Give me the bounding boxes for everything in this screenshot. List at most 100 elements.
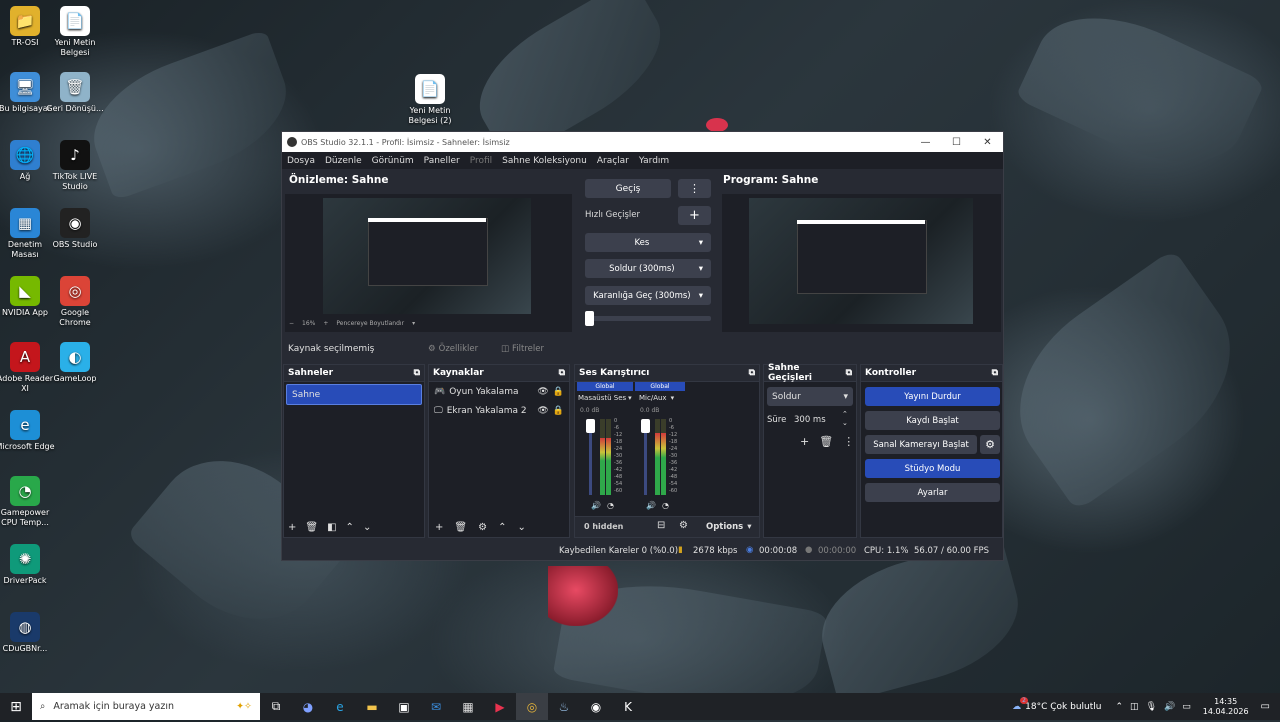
desktop-icon[interactable]: ◐ GameLoop	[45, 342, 105, 384]
clock[interactable]: 14:35 14.04.2026	[1203, 697, 1249, 717]
volume-slider-handle[interactable]	[586, 419, 595, 433]
steam-icon[interactable]: ♨	[548, 693, 580, 720]
scene-filter-icon[interactable]: ◧	[327, 522, 336, 533]
obs-taskbar-icon[interactable]: ◉	[580, 693, 612, 720]
media-player-icon[interactable]: ▶	[484, 693, 516, 720]
close-icon[interactable]: ✕	[972, 137, 1003, 148]
gear-icon[interactable]: ⚙	[478, 522, 487, 533]
edge-icon[interactable]: e	[324, 693, 356, 720]
menu-duzenle[interactable]: Düzenle	[320, 156, 367, 166]
properties-button[interactable]: ⚙ Özellikler	[428, 342, 488, 356]
channel-name[interactable]: Masaüstü Ses ▾	[578, 394, 632, 402]
chevron-up-icon[interactable]: ⌃	[1116, 702, 1124, 712]
calculator-icon[interactable]: ▦	[452, 693, 484, 720]
desktop-icon[interactable]: ◍ CDuGBNr...	[0, 612, 55, 654]
source-item[interactable]: 🎮 Oyun Yakalama 👁 🔒	[429, 382, 569, 401]
layout-icon[interactable]: ⊟	[657, 520, 665, 531]
lock-icon[interactable]: 🔒	[553, 406, 564, 416]
store-icon[interactable]: ▣	[388, 693, 420, 720]
fit-select[interactable]: Pencereye Boyutlandır	[336, 320, 404, 327]
minimize-icon[interactable]: —	[910, 137, 941, 148]
quick-transition-fade-black[interactable]: Karanlığa Geç (300ms) ▾	[585, 286, 711, 305]
trash-icon[interactable]: 🗑	[454, 522, 467, 533]
start-button[interactable]: ⊞	[0, 693, 32, 720]
menu-paneller[interactable]: Paneller	[419, 156, 465, 166]
zoom-in-button[interactable]: +	[323, 320, 328, 327]
desktop-icon[interactable]: ◎ Google Chrome	[45, 276, 105, 328]
desktop-icon[interactable]: ✺ DriverPack	[0, 544, 55, 586]
chevron-down-icon[interactable]: ▾	[412, 320, 415, 327]
trash-icon[interactable]: 🗑	[819, 435, 833, 448]
scene-item[interactable]: Sahne	[286, 384, 422, 405]
desktop-icon[interactable]: ◉ OBS Studio	[45, 208, 105, 250]
eye-icon[interactable]: 👁	[537, 387, 548, 397]
hidden-count[interactable]: 0 hidden	[584, 522, 623, 531]
add-quick-transition-button[interactable]: +	[678, 206, 711, 225]
speaker-icon[interactable]: 🔊	[646, 501, 656, 510]
transition-menu-icon[interactable]: ⋮	[678, 179, 711, 198]
desktop-icon[interactable]: 🗑 Geri Dönüşü...	[45, 72, 105, 114]
stop-streaming-button[interactable]: Yayını Durdur	[865, 387, 1000, 406]
quick-transition-fade[interactable]: Soldur (300ms) ▾	[585, 259, 711, 278]
zoom-out-button[interactable]: −	[289, 320, 294, 327]
menu-dosya[interactable]: Dosya	[282, 156, 320, 166]
move-down-icon[interactable]: ⌄	[363, 522, 371, 533]
add-icon[interactable]: +	[435, 522, 443, 533]
add-icon[interactable]: +	[288, 522, 296, 533]
app-taskbar-icon[interactable]: K	[612, 693, 644, 720]
menu-profil[interactable]: Profil	[465, 156, 497, 166]
eye-icon[interactable]: 👁	[537, 406, 548, 416]
undock-icon[interactable]: ⧉	[559, 368, 565, 378]
studio-mode-button[interactable]: Stüdyo Modu	[865, 459, 1000, 478]
monitor-icon[interactable]: ◔	[607, 501, 614, 510]
monitor-icon[interactable]: ◔	[662, 501, 669, 510]
source-item[interactable]: 🖵 Ekran Yakalama 2 👁 🔒	[429, 401, 569, 420]
move-up-icon[interactable]: ⌃	[346, 522, 354, 533]
channel-name[interactable]: Mic/Aux ▾	[639, 394, 674, 402]
lock-icon[interactable]: 🔒	[553, 387, 564, 397]
volume-slider-handle[interactable]	[641, 419, 650, 433]
options-menu[interactable]: Options ▾	[706, 522, 752, 532]
duration-stepper[interactable]: ⌃ ⌄	[842, 410, 848, 428]
transition-type-select[interactable]: Soldur ▾	[767, 387, 853, 406]
preview-canvas[interactable]: − 16% + Pencereye Boyutlandır ▾	[285, 194, 572, 332]
menu-gorunum[interactable]: Görünüm	[367, 156, 419, 166]
maximize-icon[interactable]: ☐	[941, 137, 972, 148]
filters-button[interactable]: ◫ Filtreler	[501, 342, 561, 356]
copilot-icon[interactable]: ◕	[292, 693, 324, 720]
display-icon[interactable]: ◫	[1130, 702, 1139, 712]
microphone-icon[interactable]: 🎙	[1146, 702, 1157, 712]
duration-input[interactable]: 300 ms	[788, 410, 848, 429]
chrome-icon[interactable]: ◎	[516, 693, 548, 720]
weather-widget[interactable]: ☁ 2 18°C Çok bulutlu	[1012, 696, 1102, 712]
file-explorer-icon[interactable]: ▬	[356, 693, 388, 720]
desktop-icon[interactable]: 📄 Yeni Metin Belgesi	[45, 6, 105, 58]
desktop-icon[interactable]: e Microsoft Edge	[0, 410, 55, 452]
transition-button[interactable]: Geçiş	[585, 179, 671, 198]
volume-icon[interactable]: 🔊	[1164, 702, 1175, 712]
undock-icon[interactable]: ⧉	[749, 368, 755, 378]
undock-icon[interactable]: ⧉	[992, 368, 998, 378]
quick-transition-cut[interactable]: Kes ▾	[585, 233, 711, 252]
menu-araclar[interactable]: Araçlar	[592, 156, 634, 166]
desktop-icon[interactable]: ◔ Gamepower CPU Temp...	[0, 476, 55, 528]
desktop-icon[interactable]: 📄 Yeni Metin Belgesi (2)	[400, 74, 460, 126]
trash-icon[interactable]: 🗑	[305, 522, 318, 533]
network-icon[interactable]: ▭	[1182, 702, 1191, 712]
menu-yardim[interactable]: Yardım	[634, 156, 674, 166]
speaker-icon[interactable]: 🔊	[591, 501, 601, 510]
desktop-icon[interactable]: ♪ TikTok LIVE Studio	[45, 140, 105, 192]
move-up-icon[interactable]: ⌃	[498, 522, 506, 533]
undock-icon[interactable]: ⧉	[414, 368, 420, 378]
more-icon[interactable]: ⋮	[843, 435, 854, 448]
search-box[interactable]: ⌕ Aramak için buraya yazın ✦✧	[32, 693, 260, 720]
advanced-audio-icon[interactable]: ⚙	[679, 520, 688, 531]
transition-slider-handle[interactable]	[585, 311, 594, 326]
transition-slider[interactable]	[585, 316, 711, 321]
task-view-icon[interactable]: ⧉	[260, 693, 292, 720]
move-down-icon[interactable]: ⌄	[517, 522, 525, 533]
start-virtual-camera-button[interactable]: Sanal Kamerayı Başlat	[865, 435, 977, 454]
virtual-camera-settings-icon[interactable]: ⚙	[980, 435, 1000, 454]
settings-button[interactable]: Ayarlar	[865, 483, 1000, 502]
mail-icon[interactable]: ✉	[420, 693, 452, 720]
